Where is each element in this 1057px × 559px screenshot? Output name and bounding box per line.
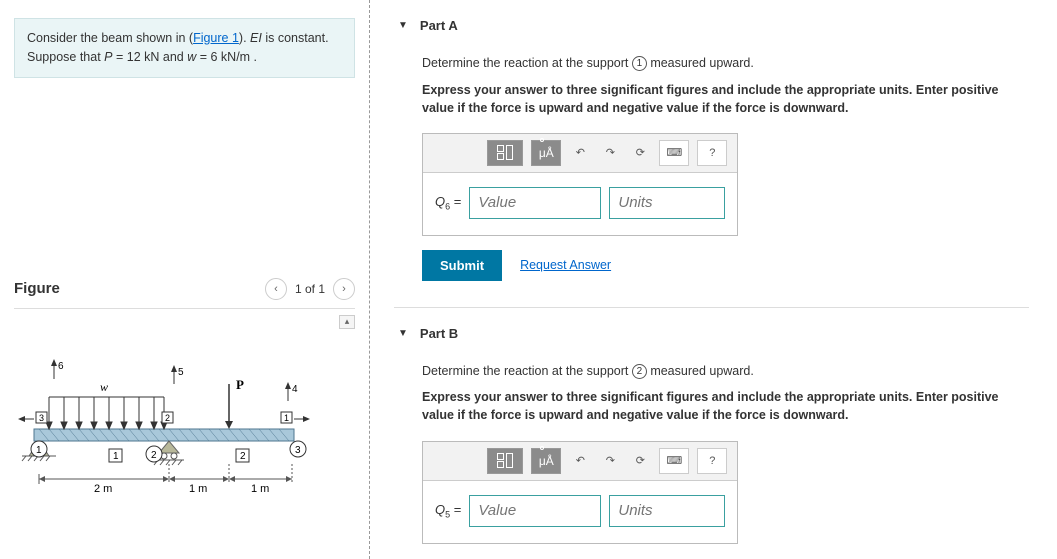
svg-text:5: 5 <box>178 367 184 378</box>
part-a-body: Determine the reaction at the support 1 … <box>422 55 1029 281</box>
part-a-value-input[interactable] <box>469 187 601 219</box>
answer-panel: ▼ Part A Determine the reaction at the s… <box>370 0 1057 559</box>
svg-text:1 m: 1 m <box>251 483 269 495</box>
part-a-var-label: Q6 = <box>435 194 461 212</box>
part-b-toolbar: μÅ ↶ ↷ ⟳ ⌨ ? <box>423 442 737 481</box>
part-a-toolbar: μÅ ↶ ↷ ⟳ ⌨ ? <box>423 134 737 173</box>
part-a-submit-button[interactable]: Submit <box>422 250 502 281</box>
redo-button[interactable]: ↷ <box>599 140 621 166</box>
prev-figure-button[interactable]: ‹ <box>265 278 287 300</box>
figure-link[interactable]: Figure 1 <box>193 31 239 45</box>
problem-statement: Consider the beam shown in (Figure 1). E… <box>14 18 355 78</box>
svg-text:1: 1 <box>36 445 42 456</box>
next-figure-button[interactable]: › <box>333 278 355 300</box>
undo-button[interactable]: ↶ <box>569 140 591 166</box>
svg-text:3: 3 <box>295 445 301 456</box>
figure-title: Figure <box>14 280 60 297</box>
part-b-instruction: Determine the reaction at the support 2 … <box>422 363 1029 381</box>
svg-text:1 m: 1 m <box>189 483 207 495</box>
part-b-units-input[interactable] <box>609 495 725 527</box>
help-button[interactable]: ? <box>697 140 727 166</box>
problem-panel: Consider the beam shown in (Figure 1). E… <box>0 0 370 559</box>
svg-text:w: w <box>100 380 108 394</box>
help-button[interactable]: ? <box>697 448 727 474</box>
reset-button[interactable]: ⟳ <box>629 448 651 474</box>
part-b-var-label: Q5 = <box>435 502 461 520</box>
part-a-instruction: Determine the reaction at the support 1 … <box>422 55 1029 73</box>
figure-nav: ‹ 1 of 1 › <box>265 278 355 300</box>
collapse-icon: ▼ <box>398 328 408 339</box>
svg-text:2: 2 <box>151 450 157 461</box>
part-b-header[interactable]: ▼ Part B <box>398 326 1029 341</box>
template-button[interactable] <box>487 448 523 474</box>
template-button[interactable] <box>487 140 523 166</box>
part-a-units-input[interactable] <box>609 187 725 219</box>
keyboard-button[interactable]: ⌨ <box>659 140 689 166</box>
beam-diagram: w P 6 5 4 3 2 1 1 <box>14 349 355 499</box>
intro-text: Consider the beam shown in ( <box>27 31 193 45</box>
svg-text:2: 2 <box>165 413 170 423</box>
undo-button[interactable]: ↶ <box>569 448 591 474</box>
svg-text:2: 2 <box>240 451 246 462</box>
figure-section: Figure ‹ 1 of 1 › ▴ <box>14 278 355 499</box>
figure-counter: 1 of 1 <box>295 282 325 296</box>
part-a-header[interactable]: ▼ Part A <box>398 18 1029 33</box>
svg-text:6: 6 <box>58 361 64 372</box>
collapse-icon: ▼ <box>398 20 408 31</box>
part-a-note: Express your answer to three significant… <box>422 81 1029 117</box>
svg-text:4: 4 <box>292 384 298 395</box>
units-button[interactable]: μÅ <box>531 448 561 474</box>
part-b-title: Part B <box>420 326 458 341</box>
svg-text:2 m: 2 m <box>94 483 112 495</box>
svg-text:1: 1 <box>284 413 289 423</box>
part-a-answer-box: μÅ ↶ ↷ ⟳ ⌨ ? Q6 = <box>422 133 738 236</box>
part-b-answer-box: μÅ ↶ ↷ ⟳ ⌨ ? Q5 = <box>422 441 738 544</box>
redo-button[interactable]: ↷ <box>599 448 621 474</box>
svg-text:3: 3 <box>39 413 44 423</box>
units-button[interactable]: μÅ <box>531 140 561 166</box>
part-b-note: Express your answer to three significant… <box>422 388 1029 424</box>
part-a-title: Part A <box>420 18 458 33</box>
svg-text:1: 1 <box>113 451 119 462</box>
scroll-up-button[interactable]: ▴ <box>339 315 355 329</box>
keyboard-button[interactable]: ⌨ <box>659 448 689 474</box>
part-b-value-input[interactable] <box>469 495 601 527</box>
reset-button[interactable]: ⟳ <box>629 140 651 166</box>
part-b-body: Determine the reaction at the support 2 … <box>422 363 1029 544</box>
part-a-request-answer-link[interactable]: Request Answer <box>520 258 611 272</box>
svg-text:P: P <box>236 377 244 392</box>
